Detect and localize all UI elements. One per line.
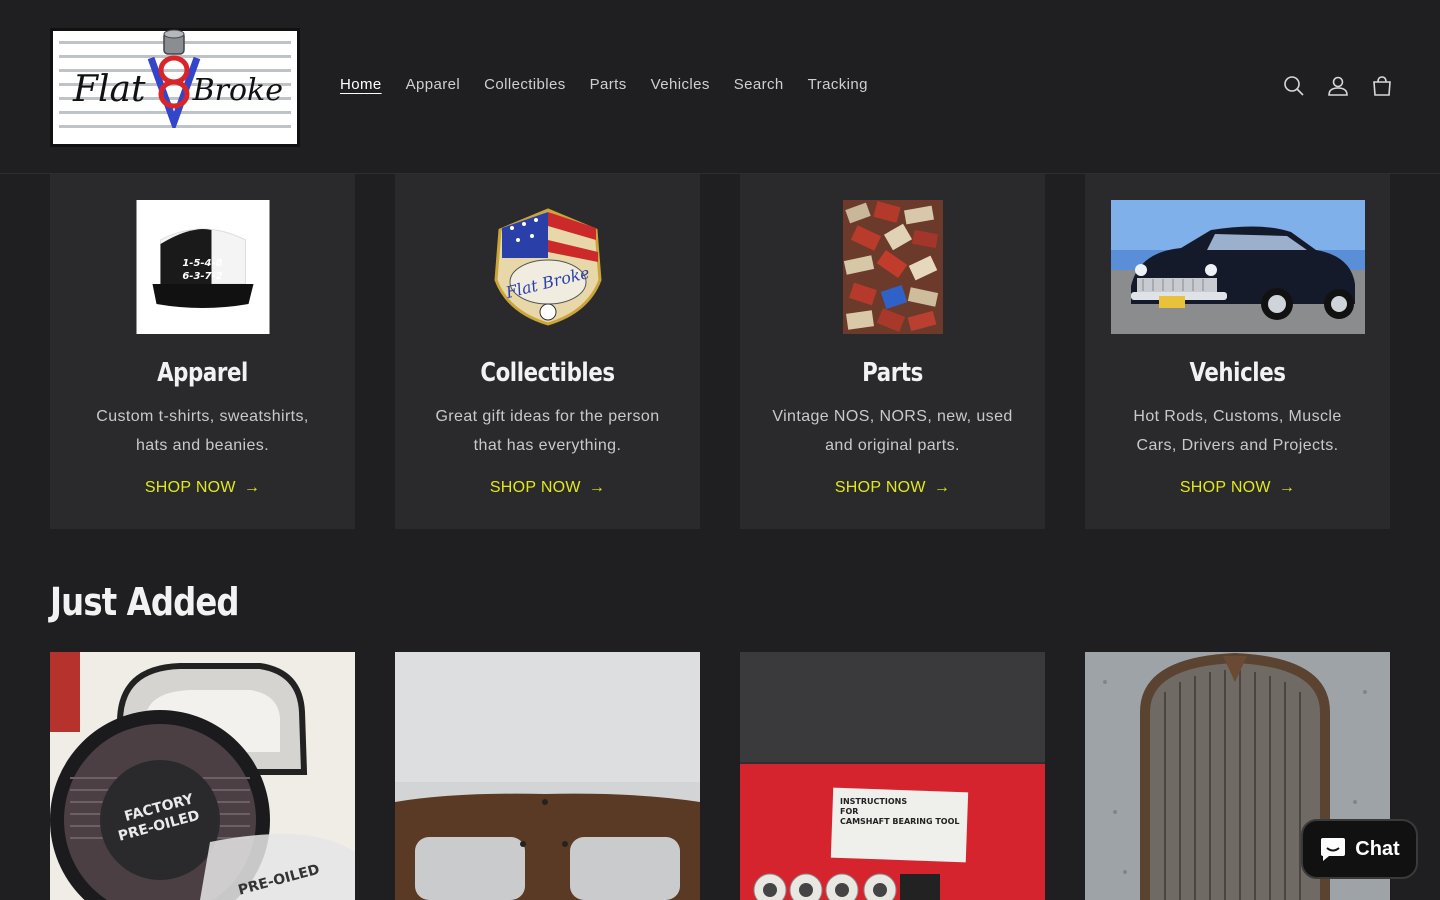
product-card-rusty-bracket[interactable]: [395, 652, 700, 900]
apparel-image: 1-5-4-8 6-3-7-2: [136, 200, 269, 334]
chat-bubble-icon: [1321, 838, 1346, 861]
collection-title: Apparel: [157, 358, 248, 388]
just-added-products: FACTORY PRE-OILED PRE-OILED INSTRUCTIONS…: [50, 652, 1390, 900]
shop-now-link[interactable]: SHOP NOW →: [740, 479, 1045, 497]
svg-text:1-5-4-8: 1-5-4-8: [182, 258, 222, 269]
nav-collectibles[interactable]: Collectibles: [472, 72, 578, 97]
product-card-camshaft-tool[interactable]: INSTRUCTIONS FOR CAMSHAFT BEARING TOOL: [740, 652, 1045, 900]
account-icon[interactable]: [1326, 70, 1350, 102]
svg-text:6-3-7-2: 6-3-7-2: [182, 271, 222, 282]
product-image: [395, 652, 700, 900]
shop-now-link[interactable]: SHOP NOW →: [395, 479, 700, 497]
collection-card-collectibles[interactable]: Flat Broke Collectibles Great gift ideas…: [395, 174, 700, 529]
collection-description: Custom t-shirts, sweatshirts, hats and b…: [96, 408, 309, 454]
arrow-right-icon: →: [588, 479, 606, 496]
svg-text:CAMSHAFT BEARING TOOL: CAMSHAFT BEARING TOOL: [840, 817, 959, 826]
product-image: INSTRUCTIONS FOR CAMSHAFT BEARING TOOL: [740, 652, 1045, 900]
svg-text:INSTRUCTIONS: INSTRUCTIONS: [840, 797, 907, 806]
nav-search[interactable]: Search: [722, 72, 796, 97]
collection-title: Collectibles: [480, 358, 615, 388]
chat-label: Chat: [1355, 837, 1400, 860]
product-card-air-filter[interactable]: FACTORY PRE-OILED PRE-OILED: [50, 652, 355, 900]
main-nav: Home Apparel Collectibles Parts Vehicles…: [328, 72, 880, 97]
arrow-right-icon: →: [933, 479, 951, 496]
nav-parts[interactable]: Parts: [578, 72, 639, 97]
collection-card-vehicles[interactable]: Vehicles Hot Rods, Customs, Muscle Cars,…: [1085, 174, 1390, 529]
arrow-right-icon: →: [1278, 479, 1296, 496]
collection-description: Hot Rods, Customs, Muscle Cars, Drivers …: [1133, 408, 1342, 454]
cart-icon[interactable]: [1370, 70, 1394, 102]
nav-vehicles[interactable]: Vehicles: [639, 72, 722, 97]
site-header: Flat Broke Home Apparel Collectibles Par…: [0, 0, 1440, 174]
shop-now-link[interactable]: SHOP NOW →: [1085, 479, 1390, 497]
nav-tracking[interactable]: Tracking: [796, 72, 880, 97]
just-added-heading: Just Added: [50, 580, 240, 624]
shop-now-label: SHOP NOW: [144, 479, 236, 496]
collection-description: Great gift ideas for the person that has…: [435, 408, 660, 454]
shop-now-label: SHOP NOW: [834, 479, 926, 496]
collection-description: Vintage NOS, NORS, new, used and origina…: [772, 408, 1013, 454]
header-icons: [1282, 70, 1394, 102]
chat-button[interactable]: Chat: [1301, 819, 1418, 879]
collection-title: Vehicles: [1189, 358, 1286, 388]
collectibles-image: Flat Broke: [487, 200, 608, 334]
collection-cards: 1-5-4-8 6-3-7-2 Apparel Custom t-shirts,…: [50, 174, 1390, 529]
shop-now-label: SHOP NOW: [1179, 479, 1271, 496]
collection-card-parts[interactable]: Parts Vintage NOS, NORS, new, used and o…: [740, 174, 1045, 529]
search-icon[interactable]: [1282, 70, 1306, 102]
vehicles-image: [1110, 200, 1365, 334]
logo-text-flat: Flat: [73, 69, 146, 110]
collection-card-apparel[interactable]: 1-5-4-8 6-3-7-2 Apparel Custom t-shirts,…: [50, 174, 355, 529]
parts-image: [842, 200, 943, 334]
svg-text:FOR: FOR: [840, 807, 858, 816]
shop-now-label: SHOP NOW: [489, 479, 581, 496]
collection-title: Parts: [862, 358, 923, 388]
nav-home[interactable]: Home: [328, 72, 394, 97]
logo-text-broke: Broke: [192, 73, 283, 108]
arrow-right-icon: →: [243, 479, 261, 496]
product-image: FACTORY PRE-OILED PRE-OILED: [50, 652, 355, 900]
nav-apparel[interactable]: Apparel: [394, 72, 473, 97]
site-logo[interactable]: Flat Broke: [50, 28, 300, 147]
shop-now-link[interactable]: SHOP NOW →: [50, 479, 355, 497]
